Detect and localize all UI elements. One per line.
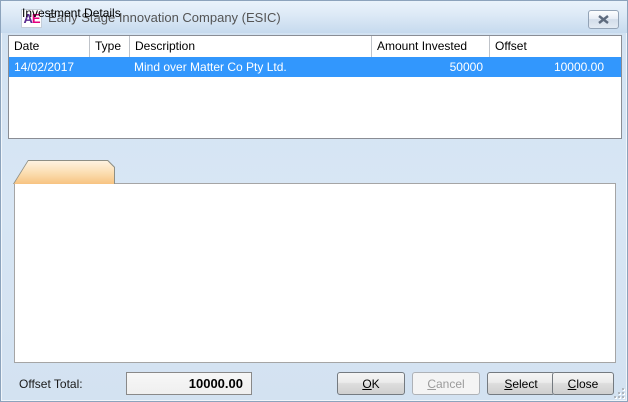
- tab-investment-details[interactable]: [13, 160, 115, 184]
- resize-grip[interactable]: [613, 387, 624, 398]
- select-button[interactable]: Select: [487, 372, 555, 395]
- cancel-button[interactable]: Cancel: [412, 372, 480, 395]
- close-icon: [598, 15, 609, 24]
- investment-details-panel: [14, 183, 616, 363]
- offset-total-value: 10000.00: [189, 376, 243, 391]
- tab-investment-details-label: Investment Details: [22, 6, 121, 20]
- column-header-amount-invested[interactable]: Amount Invested: [371, 36, 489, 57]
- cell-type: [94, 57, 129, 77]
- cell-amount-invested: 50000: [371, 57, 483, 77]
- table-row[interactable]: 14/02/2017 Mind over Matter Co Pty Ltd. …: [9, 57, 621, 77]
- esic-dialog: AE Early Stage Innovation Company (ESIC)…: [0, 0, 628, 402]
- offset-total-field: 10000.00: [126, 372, 252, 395]
- column-header-description[interactable]: Description: [129, 36, 371, 57]
- cell-date: 14/02/2017: [14, 57, 89, 77]
- offset-total-label: Offset Total:: [19, 377, 83, 391]
- column-header-type[interactable]: Type: [89, 36, 129, 57]
- cell-description: Mind over Matter Co Pty Ltd.: [134, 57, 371, 77]
- column-header-offset[interactable]: Offset: [489, 36, 621, 57]
- list-header: Date Type Description Amount Invested Of…: [9, 36, 621, 57]
- ok-button[interactable]: OK: [337, 372, 405, 395]
- close-dialog-button[interactable]: Close: [552, 372, 614, 395]
- column-header-date[interactable]: Date: [9, 36, 89, 57]
- investments-list: Date Type Description Amount Invested Of…: [8, 35, 622, 139]
- cell-offset: 10000.00: [489, 57, 604, 77]
- close-button[interactable]: [588, 10, 619, 29]
